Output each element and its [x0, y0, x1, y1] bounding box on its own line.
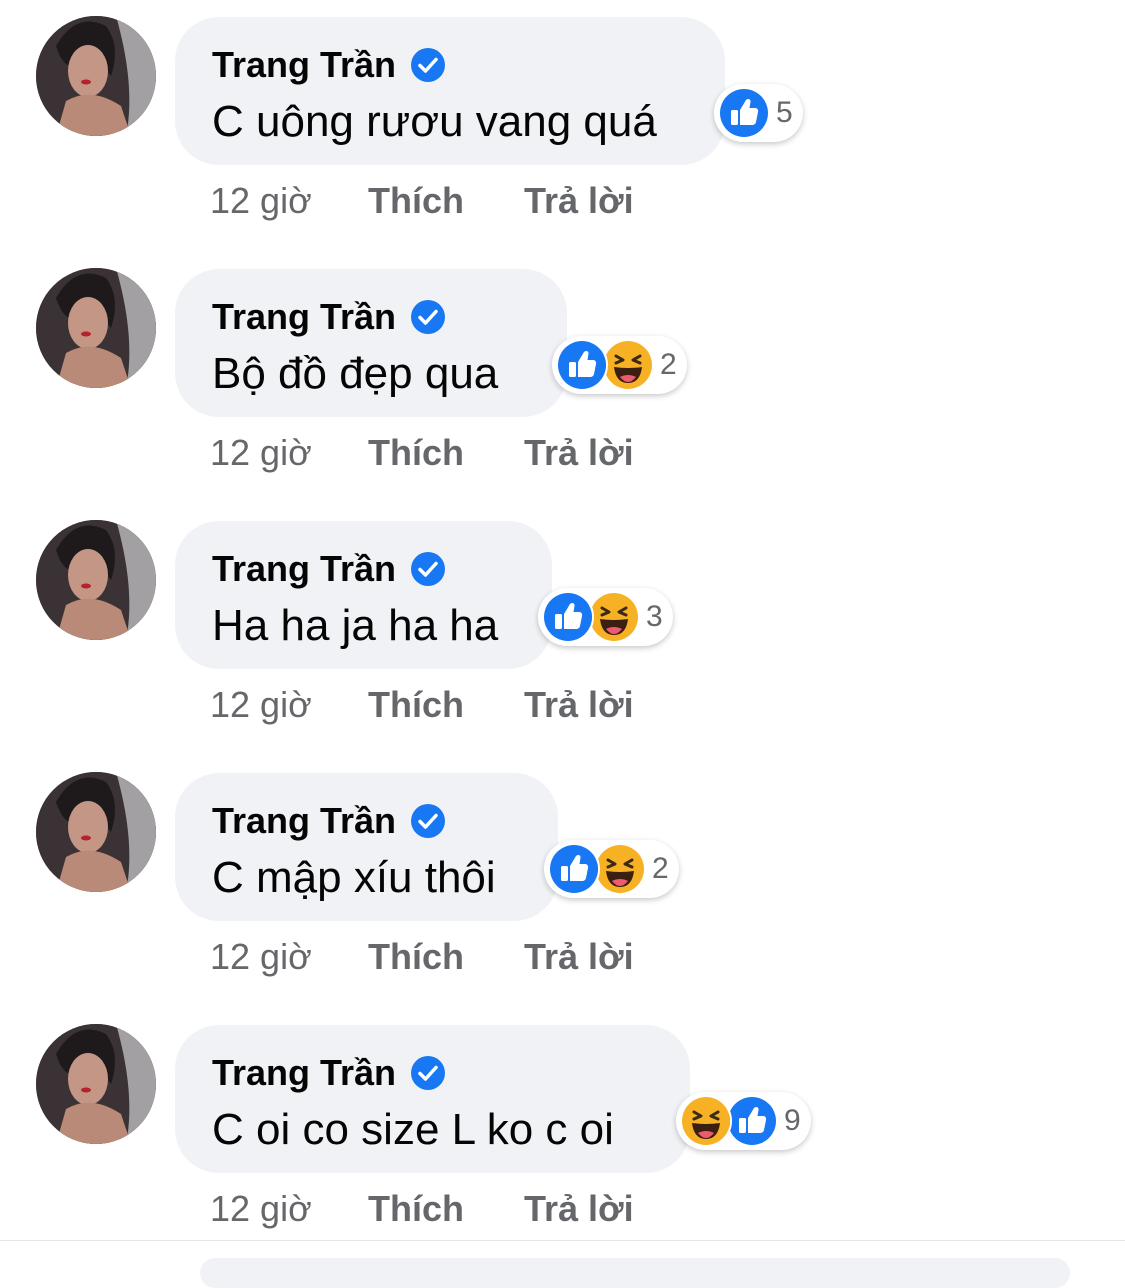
like-button[interactable]: Thích [368, 684, 464, 726]
reaction-count: 2 [652, 852, 669, 885]
author-name[interactable]: Trang Trần [212, 296, 446, 338]
comment-item: Trang Trần C oi co size L ko c oi 9 12 giờ T… [0, 1008, 1125, 1260]
comment-item: Trang Trần C uông rươu vang quá 5 12 giờ Thí… [0, 0, 1125, 252]
timestamp[interactable]: 12 giờ [210, 1188, 312, 1230]
haha-icon [680, 1095, 732, 1147]
reaction-count: 2 [660, 348, 677, 381]
reaction-count: 3 [646, 600, 663, 633]
reaction-summary[interactable]: 5 [714, 84, 803, 142]
timestamp[interactable]: 12 giờ [210, 936, 312, 978]
comment-bubble: Trang Trần C oi co size L ko c oi [175, 1025, 690, 1173]
verified-badge-icon [410, 803, 446, 839]
comment-item: Trang Trần Ha ha ja ha ha 3 12 giờ Thích Trả … [0, 504, 1125, 756]
verified-badge-icon [410, 1055, 446, 1091]
author-name[interactable]: Trang Trần [212, 548, 446, 590]
comment-item: Trang Trần C mập xíu thôi 2 12 giờ Thích Trả … [0, 756, 1125, 1008]
reply-button[interactable]: Trả lời [524, 432, 634, 474]
author-name[interactable]: Trang Trần [212, 1052, 446, 1094]
comment-text: C uông rươu vang quá [212, 97, 657, 146]
author-name-text[interactable]: Trang Trần [212, 44, 396, 86]
like-icon [548, 843, 600, 895]
avatar[interactable] [36, 16, 156, 136]
reaction-summary[interactable]: 9 [676, 1092, 811, 1150]
reply-button[interactable]: Trả lời [524, 180, 634, 222]
like-icon [556, 339, 608, 391]
author-name[interactable]: Trang Trần [212, 44, 446, 86]
comment-text: C mập xíu thôi [212, 853, 496, 902]
haha-icon [588, 591, 640, 643]
comment-text: Bộ đồ đẹp qua [212, 349, 499, 398]
like-icon [726, 1095, 778, 1147]
reaction-count: 5 [776, 96, 793, 129]
author-name[interactable]: Trang Trần [212, 800, 446, 842]
timestamp[interactable]: 12 giờ [210, 180, 312, 222]
author-name-text[interactable]: Trang Trần [212, 800, 396, 842]
author-name-text[interactable]: Trang Trần [212, 548, 396, 590]
haha-icon [602, 339, 654, 391]
haha-icon [594, 843, 646, 895]
verified-badge-icon [410, 299, 446, 335]
like-button[interactable]: Thích [368, 1188, 464, 1230]
reaction-summary[interactable]: 3 [538, 588, 673, 646]
comment-bubble: Trang Trần Ha ha ja ha ha [175, 521, 552, 669]
comment-text: C oi co size L ko c oi [212, 1105, 614, 1154]
avatar[interactable] [36, 772, 156, 892]
comment-bubble: Trang Trần C uông rươu vang quá [175, 17, 725, 165]
author-name-text[interactable]: Trang Trần [212, 1052, 396, 1094]
comment-bubble: Trang Trần Bộ đồ đẹp qua [175, 269, 567, 417]
verified-badge-icon [410, 551, 446, 587]
reply-button[interactable]: Trả lời [524, 1188, 634, 1230]
reply-button[interactable]: Trả lời [524, 936, 634, 978]
avatar[interactable] [36, 520, 156, 640]
like-icon [542, 591, 594, 643]
avatar[interactable] [36, 1024, 156, 1144]
reaction-summary[interactable]: 2 [552, 336, 687, 394]
like-button[interactable]: Thích [368, 936, 464, 978]
reaction-summary[interactable]: 2 [544, 840, 679, 898]
like-button[interactable]: Thích [368, 180, 464, 222]
like-button[interactable]: Thích [368, 432, 464, 474]
timestamp[interactable]: 12 giờ [210, 432, 312, 474]
reaction-count: 9 [784, 1104, 801, 1137]
like-icon [718, 87, 770, 139]
comment-text: Ha ha ja ha ha [212, 601, 499, 650]
timestamp[interactable]: 12 giờ [210, 684, 312, 726]
divider [0, 1240, 1125, 1241]
comment-item: Trang Trần Bộ đồ đẹp qua 2 12 giờ Thích Trả l… [0, 252, 1125, 504]
comment-bubble: Trang Trần C mập xíu thôi [175, 773, 558, 921]
verified-badge-icon [410, 47, 446, 83]
reply-button[interactable]: Trả lời [524, 684, 634, 726]
avatar[interactable] [36, 268, 156, 388]
author-name-text[interactable]: Trang Trần [212, 296, 396, 338]
next-comment-bubble [200, 1258, 1070, 1288]
